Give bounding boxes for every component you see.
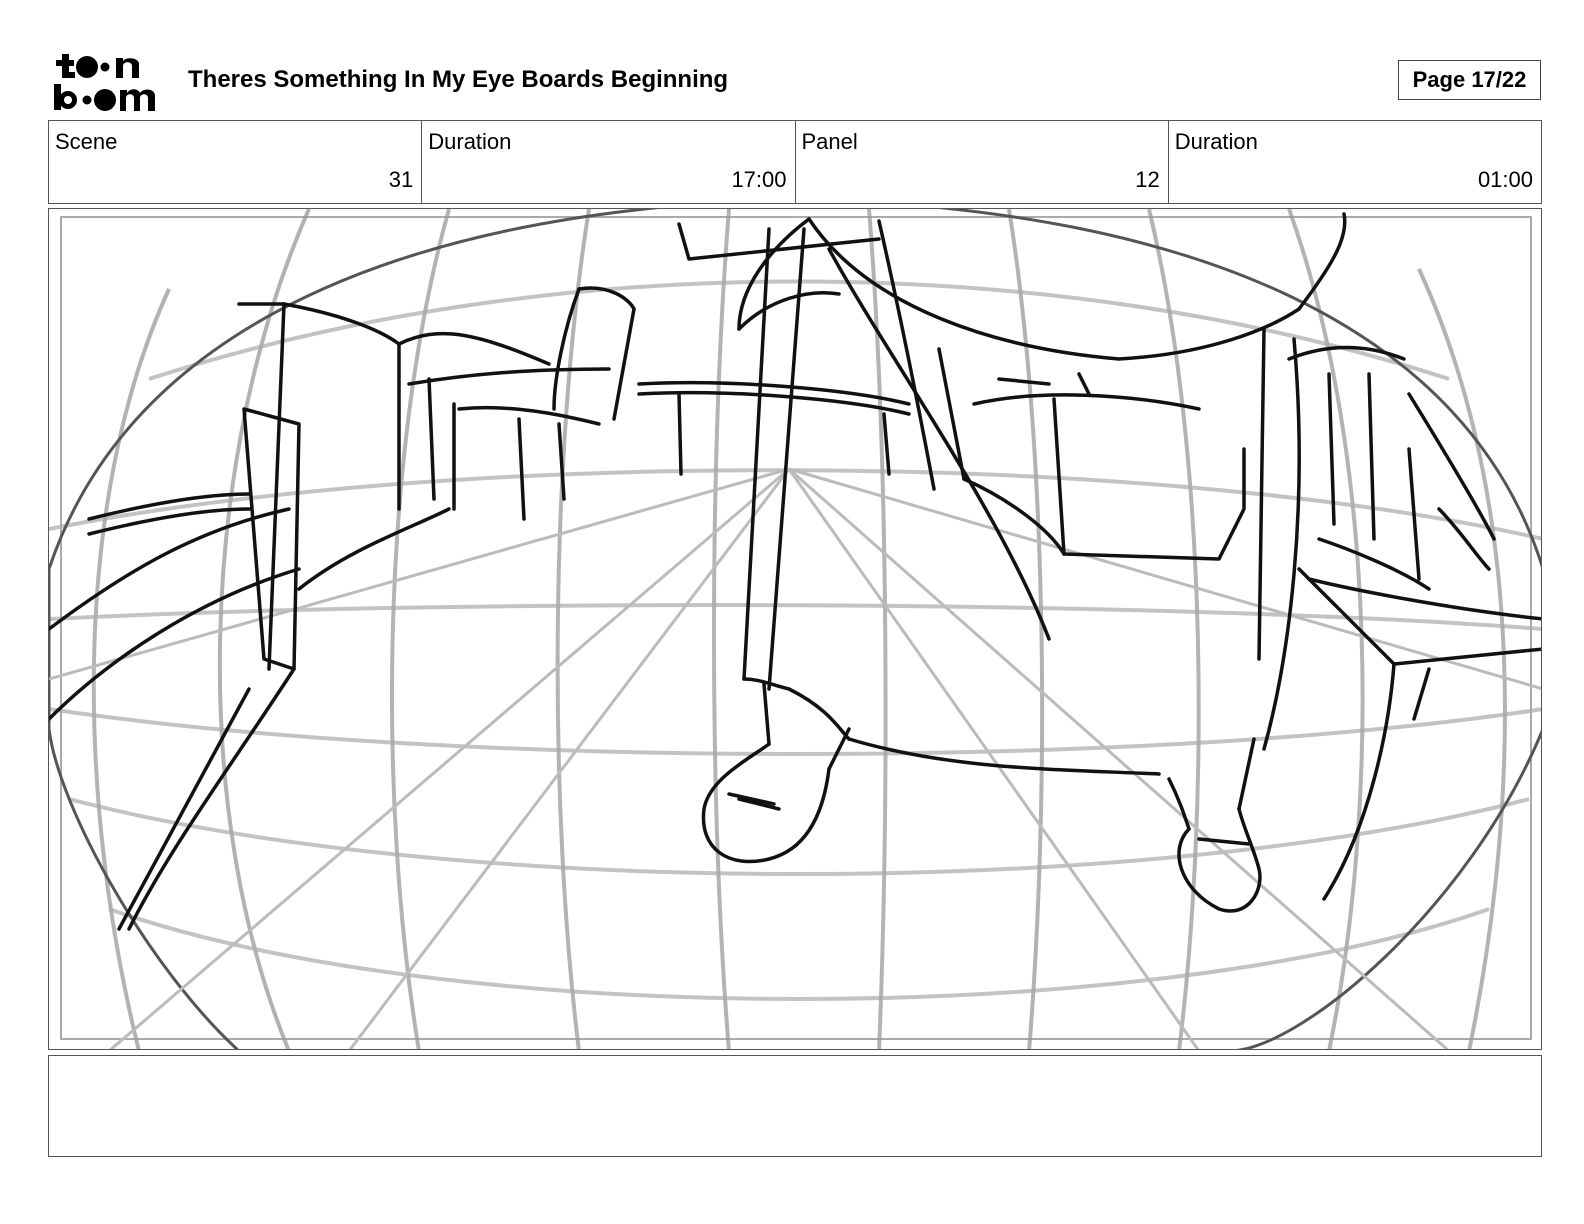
document-title: Theres Something In My Eye Boards Beginn… [188, 66, 729, 93]
toon-boom-logo [50, 50, 165, 112]
scene-label: Scene [55, 129, 118, 154]
scene-duration-value: 17:00 [731, 167, 787, 192]
page-indicator: Page 17/22 [1398, 60, 1541, 100]
scene-duration-label: Duration [428, 129, 512, 154]
panel-duration-cell: Duration 01:00 [1169, 121, 1541, 203]
panel-cell: Panel 12 [796, 121, 1169, 203]
storyboard-panel [48, 208, 1542, 1050]
panel-duration-value: 01:00 [1477, 167, 1533, 192]
panel-duration-label: Duration [1174, 129, 1258, 154]
fisheye-sketch-icon [49, 209, 1541, 1049]
scene-value: 31 [388, 167, 414, 192]
scene-duration-cell: Duration 17:00 [422, 121, 796, 203]
scene-info-table: Scene 31 Duration 17:00 Panel 12 Duratio… [48, 120, 1542, 204]
scene-cell: Scene 31 [49, 121, 423, 203]
panel-notes-box [48, 1055, 1542, 1157]
panel-label: Panel [801, 129, 858, 154]
panel-value: 12 [1135, 167, 1160, 192]
